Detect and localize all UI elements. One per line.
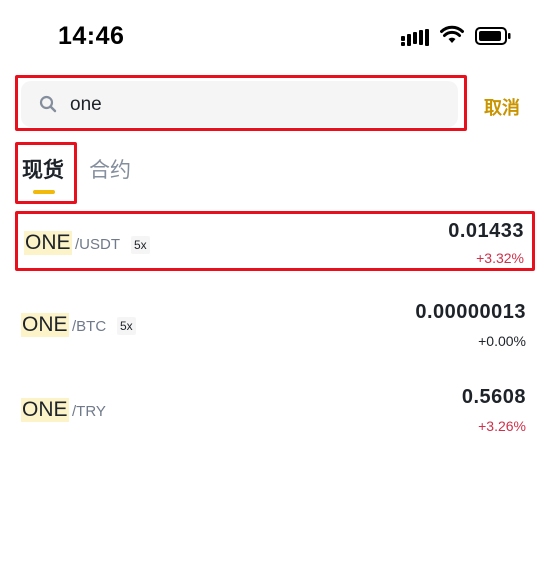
- result-price: 0.01433: [448, 220, 524, 242]
- status-time: 14:46: [58, 22, 125, 50]
- result-quote: /USDT: [75, 236, 120, 253]
- result-price: 0.00000013: [415, 301, 526, 323]
- search-input[interactable]: [70, 92, 440, 118]
- result-base: ONE: [21, 398, 69, 422]
- leverage-badge: 5x: [117, 317, 136, 335]
- result-change: +0.00%: [478, 333, 526, 349]
- tab-active-indicator: [33, 190, 55, 194]
- tab-spot[interactable]: 现货: [22, 154, 64, 184]
- cellular-signal-icon: [401, 29, 429, 46]
- cancel-button[interactable]: 取消: [484, 94, 520, 120]
- result-change: +3.32%: [476, 250, 524, 266]
- result-quote: /BTC: [72, 318, 107, 335]
- tab-futures[interactable]: 合约: [89, 154, 131, 184]
- result-row-one-try[interactable]: ONE /TRY 0.5608 +3.26%: [15, 380, 535, 440]
- leverage-badge: 5x: [131, 236, 150, 254]
- search-icon: [39, 95, 57, 113]
- result-base: ONE: [21, 313, 69, 337]
- result-change: +3.26%: [478, 418, 526, 434]
- status-bar: 14:46: [0, 0, 550, 72]
- result-quote: /TRY: [72, 403, 106, 420]
- battery-icon: [475, 27, 511, 45]
- result-base: ONE: [24, 231, 72, 255]
- result-price: 0.5608: [461, 386, 526, 408]
- wifi-icon: [440, 25, 464, 43]
- result-row-one-btc[interactable]: ONE /BTC 5x 0.00000013 +0.00%: [15, 295, 535, 355]
- result-row-one-usdt[interactable]: ONE /USDT 5x 0.01433 +3.32%: [15, 211, 535, 271]
